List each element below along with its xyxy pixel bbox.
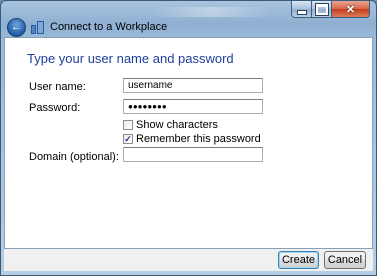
window-title: Connect to a Workplace xyxy=(50,21,168,33)
domain-field[interactable] xyxy=(123,147,263,162)
wizard-content: Type your user name and password User na… xyxy=(4,37,373,249)
minimize-icon xyxy=(296,9,307,15)
navigation-bar: ← Connect to a Workplace xyxy=(5,16,374,38)
password-field[interactable]: ●●●●●●●● xyxy=(123,99,263,114)
connect-workplace-icon xyxy=(31,20,45,34)
domain-label: Domain (optional): xyxy=(29,151,119,163)
remember-password-label: Remember this password xyxy=(136,133,261,145)
show-characters-checkbox[interactable]: Show characters xyxy=(123,119,218,131)
cancel-button[interactable]: Cancel xyxy=(324,251,366,269)
back-arrow-icon: ← xyxy=(11,21,22,33)
maximize-icon xyxy=(315,3,328,15)
dialog-footer: Create Cancel xyxy=(4,249,373,271)
username-label: User name: xyxy=(29,81,86,93)
close-icon: ✕ xyxy=(345,3,356,16)
page-heading: Type your user name and password xyxy=(27,51,234,66)
remember-password-checkbox[interactable]: ✓ Remember this password xyxy=(123,133,261,145)
show-characters-label: Show characters xyxy=(136,119,218,131)
show-characters-box[interactable] xyxy=(123,120,133,130)
create-button[interactable]: Create xyxy=(278,251,319,269)
password-label: Password: xyxy=(29,102,81,114)
remember-password-box[interactable]: ✓ xyxy=(123,134,133,144)
username-field[interactable]: username xyxy=(123,78,263,93)
back-button[interactable]: ← xyxy=(7,17,26,37)
